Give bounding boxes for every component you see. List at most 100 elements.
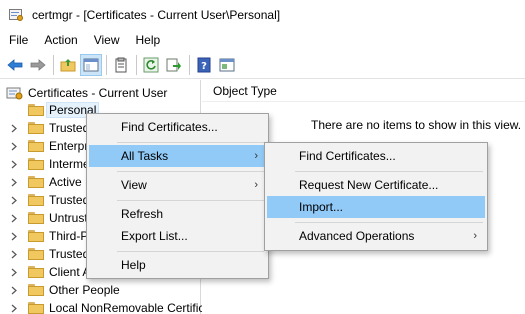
folder-icon <box>28 266 44 278</box>
folder-icon <box>28 194 44 206</box>
menu-help[interactable]: Help <box>129 30 168 50</box>
folder-icon <box>28 284 44 296</box>
up-folder-icon[interactable] <box>57 54 79 76</box>
tree-item-trusted-people[interactable]: Trusted <box>8 245 89 263</box>
ctx-item-label: Advanced Operations <box>299 229 415 243</box>
menu-view[interactable]: View <box>87 30 127 50</box>
ctx-item-label: Import... <box>299 200 344 214</box>
refresh-icon[interactable] <box>140 54 162 76</box>
ctx-help[interactable]: Help <box>89 254 266 276</box>
folder-icon <box>28 230 44 242</box>
tree-item-label: Untrust <box>49 211 88 225</box>
help-icon[interactable]: ? <box>193 54 215 76</box>
tree-root[interactable]: Certificates - Current User <box>6 84 167 102</box>
toolbar-separator <box>136 54 137 75</box>
chevron-right-icon[interactable] <box>8 155 20 173</box>
tree-item-label: Enterpr <box>49 139 89 153</box>
folder-icon <box>28 158 44 170</box>
empty-view-message: There are no items to show in this view. <box>311 118 522 132</box>
tree-item-label: Trusted <box>49 193 90 207</box>
sub-import[interactable]: Import... <box>267 196 485 218</box>
toolbar: ? <box>0 51 525 79</box>
ctx-item-label: Request New Certificate... <box>299 178 439 192</box>
tree-item-active-directory[interactable]: Active D <box>8 173 94 191</box>
column-header-object-type[interactable]: Object Type <box>202 80 525 102</box>
menu-file[interactable]: File <box>2 30 35 50</box>
tree-item-label: Interme <box>49 157 90 171</box>
folder-icon <box>28 248 44 260</box>
tree-item-client-auth[interactable]: Client A <box>8 263 90 281</box>
ctx-separator <box>117 171 264 172</box>
submenu-arrow-icon: › <box>473 230 477 242</box>
sub-request-new-certificate[interactable]: Request New Certificate... <box>267 174 485 196</box>
tree-root-label: Certificates - Current User <box>28 86 168 100</box>
ctx-find-certificates[interactable]: Find Certificates... <box>89 116 266 138</box>
certificate-app-icon <box>8 7 24 23</box>
ctx-view[interactable]: View › <box>89 174 266 196</box>
tree-item-personal[interactable]: Personal <box>8 101 100 119</box>
ctx-item-label: Find Certificates... <box>121 120 218 134</box>
folder-icon <box>28 104 44 116</box>
submenu-arrow-icon: › <box>254 150 258 162</box>
ctx-separator <box>117 251 264 252</box>
chevron-right-icon[interactable] <box>8 281 20 299</box>
tree-item-label: Client A <box>49 265 91 279</box>
chevron-right-icon[interactable] <box>8 245 20 263</box>
folder-icon <box>28 176 44 188</box>
ctx-all-tasks[interactable]: All Tasks › <box>89 145 266 167</box>
tree-item-label: Other People <box>49 283 120 297</box>
chevron-right-icon[interactable] <box>8 299 20 314</box>
chevron-right-icon[interactable] <box>8 209 20 227</box>
ctx-separator <box>295 222 483 223</box>
ctx-separator <box>117 142 264 143</box>
svg-text:?: ? <box>201 61 207 72</box>
ctx-item-label: Export List... <box>121 229 188 243</box>
tree-item-trusted-publishers[interactable]: Trusted <box>8 191 89 209</box>
console-icon[interactable] <box>216 54 238 76</box>
chevron-right-icon[interactable] <box>8 227 20 245</box>
menu-action[interactable]: Action <box>37 30 84 50</box>
forward-arrow-icon[interactable] <box>27 54 49 76</box>
chevron-right-icon[interactable] <box>8 137 20 155</box>
title-bar: certmgr - [Certificates - Current User\P… <box>0 0 525 29</box>
ctx-export-list[interactable]: Export List... <box>89 225 266 247</box>
chevron-right-icon[interactable] <box>8 263 20 281</box>
tree-item-intermediate[interactable]: Interme <box>8 155 90 173</box>
chevron-right-icon[interactable] <box>8 191 20 209</box>
tree-item-local-nonremovable[interactable]: Local NonRemovable Certific <box>8 299 204 314</box>
menu-bar: File Action View Help <box>0 29 525 51</box>
ctx-separator <box>295 171 483 172</box>
tree-item-enterprise[interactable]: Enterpr <box>8 137 88 155</box>
window-title: certmgr - [Certificates - Current User\P… <box>32 7 281 22</box>
toolbar-separator <box>189 54 190 75</box>
ctx-item-label: Help <box>121 258 146 272</box>
tree-item-third-party[interactable]: Third-P <box>8 227 88 245</box>
export-list-icon[interactable] <box>163 54 185 76</box>
tree-item-label: Third-P <box>49 229 89 243</box>
submenu-arrow-icon: › <box>254 179 258 191</box>
ctx-item-label: View <box>121 178 147 192</box>
folder-icon <box>28 212 44 224</box>
properties-icon[interactable] <box>110 54 132 76</box>
ctx-item-label: Refresh <box>121 207 164 221</box>
folder-icon <box>28 140 44 152</box>
ctx-refresh[interactable]: Refresh <box>89 203 266 225</box>
ctx-item-label: All Tasks <box>121 149 169 163</box>
chevron-right-icon[interactable] <box>8 173 20 191</box>
all-tasks-submenu: Find Certificates... Request New Certifi… <box>264 142 488 251</box>
column-header-label: Object Type <box>213 83 277 98</box>
tree-item-trusted-root[interactable]: Trusted <box>8 119 89 137</box>
tree-item-untrusted[interactable]: Untrust <box>8 209 88 227</box>
show-hide-tree-icon[interactable] <box>80 53 102 76</box>
certificates-icon <box>6 87 23 100</box>
back-arrow-icon[interactable] <box>4 54 26 76</box>
expander-empty <box>8 101 20 119</box>
ctx-separator <box>117 200 264 201</box>
tree-item-label: Trusted <box>49 247 90 261</box>
sub-find-certificates[interactable]: Find Certificates... <box>267 145 485 167</box>
chevron-right-icon[interactable] <box>8 119 20 137</box>
tree-item-other-people[interactable]: Other People <box>8 281 120 299</box>
folder-icon <box>28 122 44 134</box>
sub-advanced-operations[interactable]: Advanced Operations › <box>267 225 485 247</box>
toolbar-separator <box>106 54 107 75</box>
